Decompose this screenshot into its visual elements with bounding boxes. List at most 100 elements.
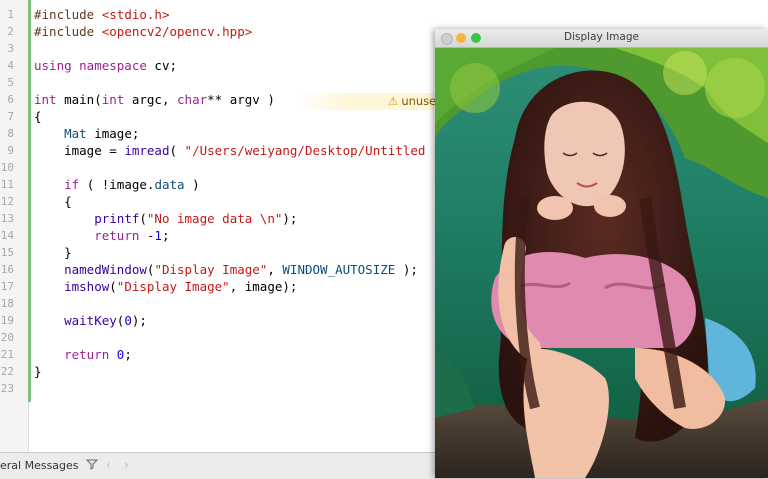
- include-directive: #include: [34, 7, 95, 22]
- code-line-9: image = imread( "/Users/weiyang/Desktop/…: [34, 142, 425, 159]
- main-function: main(: [64, 92, 102, 107]
- paren: );: [282, 211, 298, 226]
- window-flag-macro: WINDOW_AUTOSIZE: [282, 262, 396, 277]
- window-name-string: "Display Image": [116, 279, 230, 294]
- argv-param: ** argv ): [207, 92, 275, 107]
- line-number[interactable]: 23: [0, 380, 14, 397]
- line-number[interactable]: 6: [0, 91, 14, 108]
- waitkey-call: waitKey: [64, 313, 117, 328]
- imshow-args: , image);: [229, 279, 298, 294]
- condition: ( !image.: [86, 177, 155, 192]
- return-keyword: return: [94, 228, 140, 243]
- displayed-photo: [435, 48, 768, 478]
- code-line-11: if ( !image.data ): [34, 176, 200, 193]
- using-keyword: using namespace: [34, 58, 147, 73]
- code-line-17: imshow("Display Image", image);: [34, 278, 297, 295]
- code-line-12: {: [34, 193, 72, 210]
- line-number[interactable]: 8: [0, 125, 14, 142]
- code-line-21: return 0;: [34, 346, 132, 363]
- code-line-8: Mat image;: [34, 125, 139, 142]
- paren: );: [131, 313, 147, 328]
- line-number[interactable]: 21: [0, 346, 14, 363]
- line-number[interactable]: 3: [0, 40, 14, 57]
- window-name-string: "Display Image": [154, 262, 268, 277]
- line-number[interactable]: 5: [0, 74, 14, 91]
- open-brace: {: [64, 194, 72, 209]
- general-messages-tab[interactable]: eral Messages: [0, 459, 79, 472]
- display-image-window[interactable]: Display Image: [435, 29, 768, 478]
- line-number[interactable]: 18: [0, 295, 14, 312]
- line-number[interactable]: 11: [0, 176, 14, 193]
- code-line-15: }: [34, 244, 72, 261]
- filter-icon[interactable]: [85, 458, 99, 473]
- paren: ): [192, 177, 200, 192]
- close-brace: }: [34, 364, 42, 379]
- waitkey-arg: 0: [124, 313, 132, 328]
- imshow-call: imshow: [64, 279, 110, 294]
- namespace-name: cv;: [154, 58, 177, 73]
- line-number[interactable]: 14: [0, 227, 14, 244]
- line-number[interactable]: 4: [0, 57, 14, 74]
- data-member: data: [154, 177, 185, 192]
- warning-triangle-icon: ⚠: [388, 94, 399, 108]
- forward-arrow-button[interactable]: ›: [124, 458, 129, 472]
- code-line-13: printf("No image data \n");: [34, 210, 297, 227]
- int-keyword: int: [34, 92, 57, 107]
- code-line-16: namedWindow("Display Image", WINDOW_AUTO…: [34, 261, 418, 278]
- message-string: "No image data \n": [146, 211, 283, 226]
- return-keyword: return: [64, 347, 110, 362]
- window-titlebar[interactable]: Display Image: [435, 29, 768, 48]
- imread-call: imread: [124, 143, 170, 158]
- line-number[interactable]: 1: [0, 6, 14, 23]
- paren: );: [402, 262, 418, 277]
- image-assignment: image =: [64, 143, 117, 158]
- close-brace: }: [64, 245, 72, 260]
- open-brace: {: [34, 109, 42, 124]
- line-number[interactable]: 10: [0, 159, 14, 176]
- paren: (: [169, 143, 178, 158]
- if-keyword: if: [64, 177, 80, 192]
- line-number[interactable]: 12: [0, 193, 14, 210]
- image-variable: image;: [94, 126, 140, 141]
- include-directive: #include: [34, 24, 95, 39]
- line-number[interactable]: 15: [0, 244, 14, 261]
- line-number[interactable]: 20: [0, 329, 14, 346]
- line-number-gutter: 1 2 3 4 5 6 7 8 9 10 11 12 13 14 15 16 17 18 19 20 21 22 23: [0, 0, 29, 452]
- line-number[interactable]: 9: [0, 142, 14, 159]
- mat-type: Mat: [64, 126, 87, 141]
- int-keyword: int: [101, 92, 125, 107]
- source-control-change-bar: [28, 0, 31, 402]
- warning-text: unuse: [401, 94, 437, 108]
- code-line-6: int main(int argc, char** argv ): [34, 91, 275, 108]
- code-line-7: {: [34, 108, 42, 125]
- path-string: "/Users/weiyang/Desktop/Untitled: [184, 143, 426, 158]
- window-title: Display Image: [564, 31, 639, 43]
- code-line-19: waitKey(0);: [34, 312, 147, 329]
- line-number[interactable]: 17: [0, 278, 14, 295]
- line-number[interactable]: 22: [0, 363, 14, 380]
- code-line-14: return -1;: [34, 227, 170, 244]
- code-line-4: using namespace cv;: [34, 57, 177, 74]
- code-line-22: }: [34, 363, 42, 380]
- paren: (: [139, 211, 147, 226]
- char-keyword: char: [177, 92, 208, 107]
- paren: (: [109, 279, 117, 294]
- include-header: <stdio.h>: [101, 7, 170, 22]
- unused-warning[interactable]: ⚠ unuse: [388, 93, 436, 110]
- namedwindow-call: namedWindow: [64, 262, 147, 277]
- comma: ,: [267, 262, 275, 277]
- code-line-2: #include <opencv2/opencv.hpp>: [34, 23, 252, 40]
- include-header: <opencv2/opencv.hpp>: [101, 24, 253, 39]
- line-number[interactable]: 19: [0, 312, 14, 329]
- line-number[interactable]: 13: [0, 210, 14, 227]
- code-line-1: #include <stdio.h>: [34, 6, 169, 23]
- line-number[interactable]: 16: [0, 261, 14, 278]
- semicolon: ;: [161, 228, 170, 243]
- return-value: -1: [146, 228, 162, 243]
- printf-call: printf: [94, 211, 140, 226]
- line-number[interactable]: 2: [0, 23, 14, 40]
- code-text[interactable]: #include <stdio.h> #include <opencv2/ope…: [34, 0, 434, 452]
- line-number[interactable]: 7: [0, 108, 14, 125]
- back-arrow-button[interactable]: ‹: [106, 458, 111, 472]
- semicolon: ;: [124, 347, 132, 362]
